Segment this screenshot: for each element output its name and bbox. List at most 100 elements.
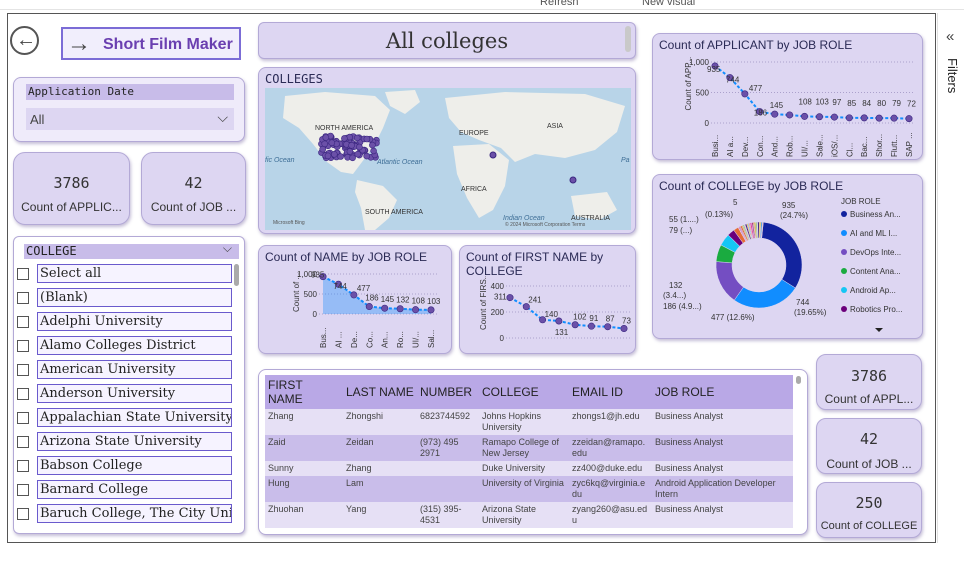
y-tick-label: 500 <box>696 89 710 98</box>
data-label: 145 <box>770 101 784 110</box>
date-slicer-title: Application Date <box>26 84 234 100</box>
slicer-item[interactable]: Appalachian State University <box>17 408 242 428</box>
page-nav-button[interactable]: → Short Film Maker <box>61 27 241 60</box>
refresh-button[interactable]: Refresh <box>540 0 579 8</box>
donut-slice <box>733 279 796 309</box>
col-job-role[interactable]: JOB ROLE <box>652 375 793 409</box>
slicer-item-label: Adelphi University <box>37 312 232 331</box>
table-row[interactable]: Zhuohan Yang (315) 395-4531 Arizona State U… <box>265 502 793 528</box>
slicer-item[interactable]: (Blank) <box>17 288 242 308</box>
slicer-item-label: Babson College <box>37 456 232 475</box>
checkbox[interactable] <box>17 412 29 424</box>
data-point <box>830 113 838 121</box>
map-label-africa: AFRICA <box>461 186 487 193</box>
chevron-down-icon: ⌵ <box>217 109 228 125</box>
data-label: 131 <box>555 328 569 337</box>
table-cell <box>417 476 479 502</box>
checkbox[interactable] <box>17 484 29 496</box>
slicer-item[interactable]: Babson College <box>17 456 242 476</box>
table-cell: zhongs1@jh.edu <box>569 409 652 435</box>
slicer-item[interactable]: Select all <box>17 264 242 284</box>
data-label: 744 <box>333 282 347 291</box>
filters-label[interactable]: Filters <box>945 58 960 93</box>
data-label: 477 (12.6%) <box>711 313 755 322</box>
data-point <box>381 304 389 312</box>
col-first-name[interactable]: FIRST NAME <box>265 375 343 409</box>
checkbox[interactable] <box>17 268 29 280</box>
college-slicer-title: COLLEGE <box>24 244 239 259</box>
applicant-line-chart[interactable]: Count of APP...1,0005000935744477186145 1… <box>653 52 924 160</box>
x-tick-label: De... <box>350 331 359 348</box>
slicer-item[interactable]: Barnard College <box>17 480 242 500</box>
location-marker <box>349 154 356 162</box>
checkbox[interactable] <box>17 292 29 304</box>
data-label: 80 <box>877 99 886 108</box>
table-cell: University of Virginia <box>479 476 569 502</box>
slicer-item-label: Barnard College <box>37 480 232 499</box>
col-last-name[interactable]: LAST NAME <box>343 375 417 409</box>
data-point <box>875 114 883 122</box>
data-label: 140 <box>545 310 559 319</box>
legend-marker <box>841 287 847 293</box>
data-label: 85 <box>847 99 856 108</box>
kpi-applicants-right: 3786 Count of APPL... <box>816 354 922 410</box>
checkbox[interactable] <box>17 340 29 352</box>
table-scrollbar[interactable] <box>796 376 801 384</box>
col-college[interactable]: COLLEGE <box>479 375 569 409</box>
kpi-label: Count of JOB ... <box>150 200 237 214</box>
checkbox[interactable] <box>17 460 29 472</box>
world-map[interactable]: NORTH AMERICA EUROPE ASIA AFRICA SOUTH A… <box>265 88 631 230</box>
data-point <box>905 115 913 123</box>
slicer-item[interactable]: Arizona State University <box>17 432 242 452</box>
checkbox[interactable] <box>17 388 29 400</box>
map-label-australia: AUSTRALIA <box>571 215 610 222</box>
college-donut-chart[interactable]: 935(24.7%) 744(19.65%) 477 (12.6%) 186 (4.9… <box>653 193 924 339</box>
slicer-item[interactable]: Adelphi University <box>17 312 242 332</box>
checkbox[interactable] <box>17 436 29 448</box>
data-point <box>815 113 823 121</box>
slicer-item[interactable]: Anderson University <box>17 384 242 404</box>
back-button[interactable]: ← <box>10 26 39 55</box>
data-point <box>860 114 868 122</box>
legend-item: Business An... <box>850 210 901 219</box>
data-label: 311 <box>494 293 507 302</box>
table-row[interactable]: Zhang Zhongshi 6823744592 Johns Hopkins Uni… <box>265 409 793 435</box>
arrow-right-icon: → <box>67 30 91 57</box>
location-marker <box>370 147 377 155</box>
slicer-item[interactable]: American University <box>17 360 242 380</box>
location-marker <box>353 134 361 142</box>
table-row[interactable]: Zaid Zeidan (973) 495 2971 Ramapo College o… <box>265 435 793 461</box>
new-visual-button[interactable]: New visual <box>642 0 695 8</box>
chevron-down-icon[interactable]: ⌵ <box>223 241 232 256</box>
date-dropdown[interactable]: All ⌵ <box>26 108 234 130</box>
x-tick-label: And... <box>771 136 780 157</box>
legend-marker <box>841 268 847 274</box>
col-number[interactable]: NUMBER <box>417 375 479 409</box>
data-label: 241 <box>528 296 542 305</box>
bing-logo: Microsoft Bing <box>273 220 305 226</box>
map-label-atlantic: Atlantic Ocean <box>376 159 423 166</box>
map-label-north-america: NORTH AMERICA <box>315 125 374 132</box>
name-line-chart[interactable]: Count of ...1,0005000935744 477186 145 132 1… <box>259 264 453 354</box>
table-row[interactable]: Sunny Zhang Duke University zz400@duke.edu B… <box>265 461 793 476</box>
data-point <box>587 322 595 330</box>
data-label: (0.13%) <box>705 210 733 219</box>
data-label: 79 <box>892 99 901 108</box>
checkbox[interactable] <box>17 364 29 376</box>
table-cell: Business Analyst <box>652 409 793 435</box>
checkbox[interactable] <box>17 508 29 520</box>
firstname-line-chart[interactable]: Count of FIRS... 400 200 0 311 241140 131 102 91… <box>460 276 637 354</box>
data-label: 186 (4.9...) <box>663 302 702 311</box>
checkbox[interactable] <box>17 316 29 328</box>
title-scrollbar[interactable] <box>625 26 631 52</box>
data-label: 97 <box>832 98 841 107</box>
collapse-filters-icon[interactable]: « <box>946 28 954 45</box>
slicer-item[interactable]: Baruch College, The City Unive... <box>17 504 242 524</box>
slicer-item[interactable]: Alamo Colleges District <box>17 336 242 356</box>
data-label: 102 <box>573 313 587 322</box>
table-row[interactable]: Hung Lam University of Virginia zyc6kq@virg… <box>265 476 793 502</box>
map-label-europe: EUROPE <box>459 130 489 137</box>
col-email[interactable]: EMAIL ID <box>569 375 652 409</box>
data-label: 145 <box>381 295 395 304</box>
data-label: 132 <box>669 281 683 290</box>
